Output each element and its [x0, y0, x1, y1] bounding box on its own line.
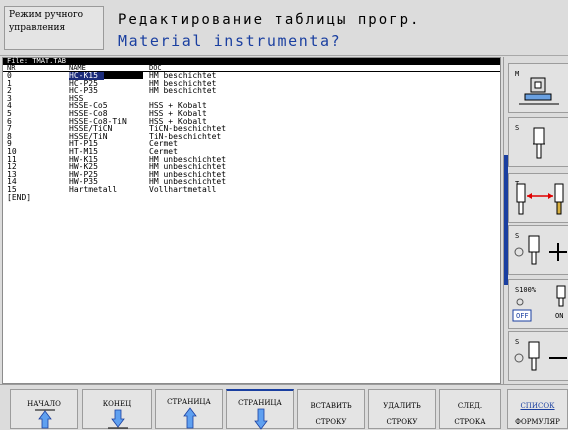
softkey-page-up[interactable]: СТРАНИЦА — [155, 389, 223, 429]
mode-indicator: Режим ручного управления — [4, 6, 104, 50]
spindle-minus-button[interactable]: S — [508, 331, 568, 381]
softkey-list-form-label2: ФОРМУЛЯР — [515, 418, 560, 426]
s-function-button[interactable]: S — [508, 117, 568, 167]
softkey-insert-row-label2: СТРОКУ — [315, 418, 347, 426]
m-function-button[interactable]: M — [508, 63, 568, 113]
spindle-minus-icon — [514, 341, 567, 371]
softkey-list-form[interactable]: СПИСОК ФОРМУЛЯР — [507, 389, 568, 429]
mode-line1: Режим ручного — [9, 10, 84, 20]
spindle-plus-icon — [514, 235, 567, 265]
tool-change-icon — [516, 183, 564, 215]
softkey-next-row-label2: СТРОКА — [454, 418, 486, 426]
input-prompt: Material instrumenta? — [118, 32, 342, 50]
spindle-on-label: ON — [555, 312, 564, 320]
end-marker: [END] — [7, 192, 32, 202]
page-title: Редактирование таблицы прогр. — [118, 12, 421, 28]
softkey-delete-row-label2: СТРОКУ — [386, 418, 418, 426]
arrow-up-icon — [183, 407, 197, 429]
softkey-page-down[interactable]: СТРАНИЦА — [226, 389, 294, 430]
header-bar: Режим ручного управления Редактирование … — [0, 0, 568, 56]
spindle-plus-button[interactable]: S — [508, 225, 568, 275]
softkey-next-row[interactable]: СЛЕД. СТРОКА — [439, 389, 501, 429]
spindle-override-button[interactable]: S100% OFF ON — [508, 279, 568, 329]
softkey-list-form-label1: СПИСОК — [520, 402, 555, 410]
mode-line2: управления — [9, 23, 66, 33]
spindle-m-icon — [519, 77, 559, 105]
t-function-button[interactable]: T — [508, 173, 568, 223]
material-table: File: TMAT.TAB NR NAME DOC 0 HC-K15 HM b… — [2, 57, 501, 384]
tool-s-icon — [533, 127, 545, 159]
spindle-override-icon — [512, 285, 566, 322]
spindle-off-label: OFF — [516, 312, 529, 320]
side-panel: M S T S — [503, 57, 568, 384]
cursor-bar — [99, 72, 143, 79]
softkey-insert-row[interactable]: ВСТАВИТЬ СТРОКУ — [297, 389, 365, 429]
table-end-row: [END] — [3, 192, 500, 202]
arrow-up-to-top-icon — [35, 409, 55, 429]
table-body: 0 HC-K15 HM beschichtet 1 HC-P25 HM besc… — [3, 72, 500, 202]
softkey-bar: НАЧАЛО КОНЕЦ СТРАНИЦА СТРАНИЦА ВСТАВИТЬ … — [0, 384, 568, 430]
table-row[interactable]: 15 Hartmetall Vollhartmetall — [3, 185, 500, 194]
softkey-end[interactable]: КОНЕЦ — [82, 389, 152, 429]
softkey-delete-row-label1: УДАЛИТЬ — [383, 402, 421, 410]
arrow-down-to-bottom-icon — [108, 409, 128, 429]
arrow-down-icon — [254, 408, 268, 430]
softkey-next-row-label1: СЛЕД. — [457, 402, 483, 410]
softkey-delete-row[interactable]: УДАЛИТЬ СТРОКУ — [368, 389, 436, 429]
softkey-insert-row-label1: ВСТАВИТЬ — [310, 402, 352, 410]
softkey-begin[interactable]: НАЧАЛО — [10, 389, 78, 429]
